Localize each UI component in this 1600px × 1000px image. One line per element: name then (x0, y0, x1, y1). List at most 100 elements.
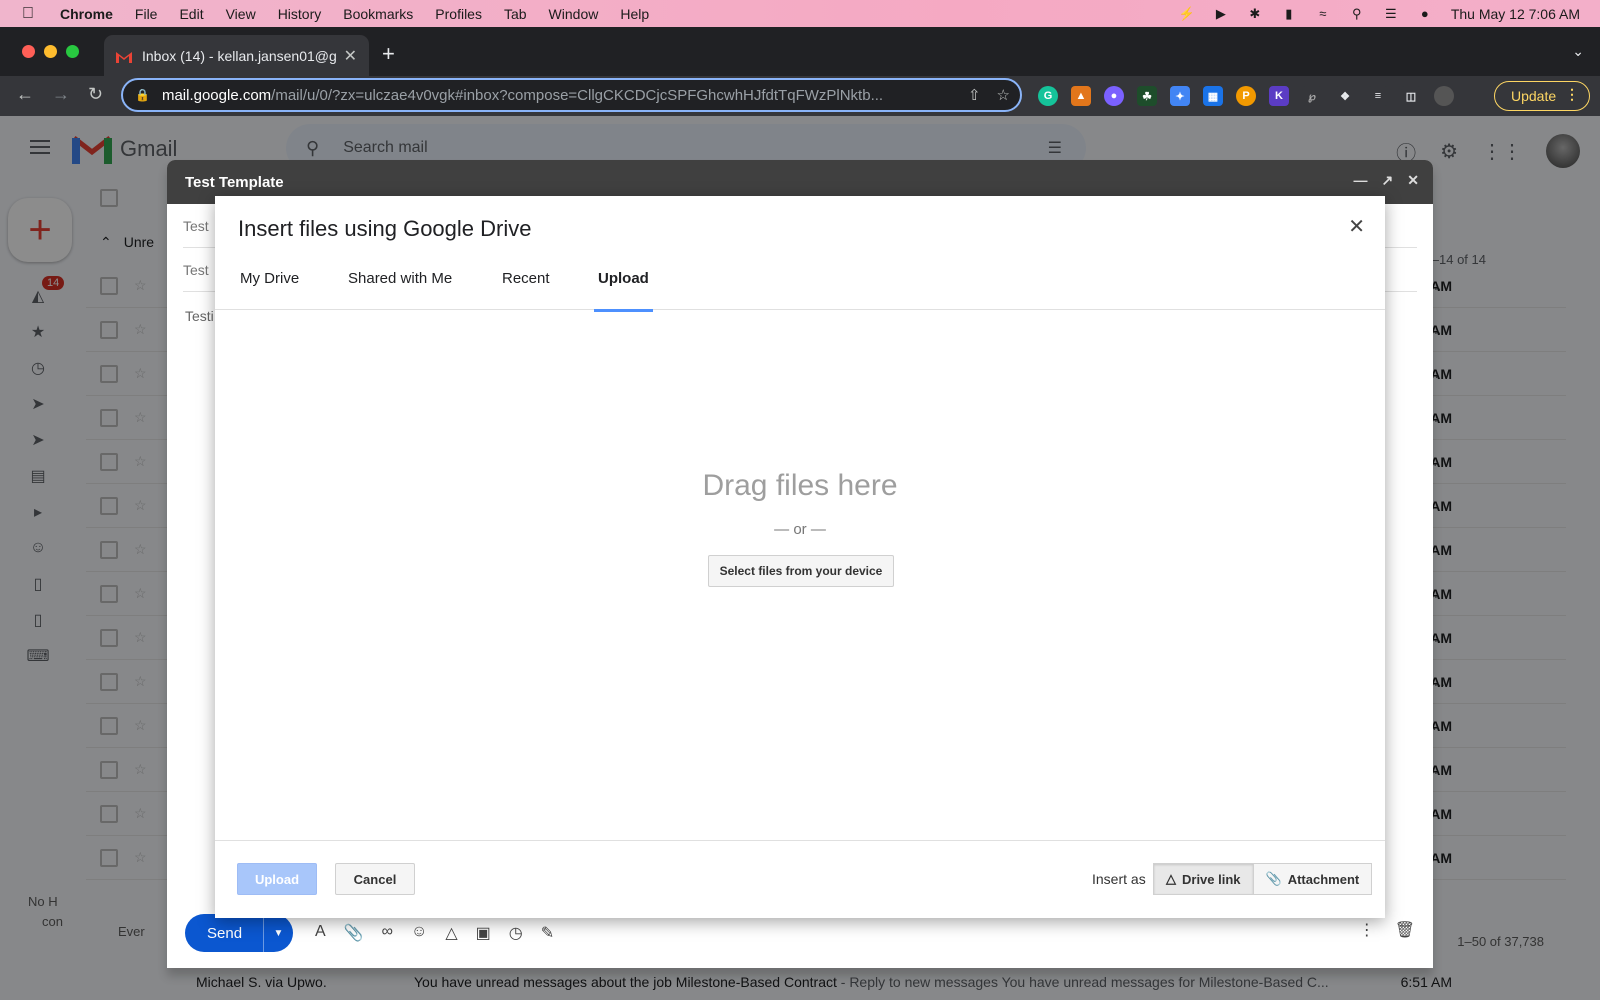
paperclip-icon: 📎 (1265, 871, 1282, 886)
or-separator: — or — (774, 521, 826, 538)
window-controls (22, 45, 79, 58)
side-panel-icon[interactable]: ◫ (1401, 86, 1421, 106)
profile-avatar[interactable] (1434, 86, 1454, 106)
drive-link-option[interactable]: △ Drive link (1153, 863, 1254, 895)
close-window-button[interactable] (22, 45, 35, 58)
select-files-button[interactable]: Select files from your device (708, 555, 894, 587)
send-button[interactable]: Send ▼ (185, 914, 293, 952)
chrome-menu-icon[interactable]: ⋮ (1565, 86, 1579, 103)
update-label: Update (1511, 88, 1557, 104)
back-icon[interactable]: ← (16, 84, 34, 105)
apple-icon[interactable]:  (22, 5, 42, 23)
cancel-button[interactable]: Cancel (335, 863, 415, 895)
gmail-favicon-icon (116, 50, 132, 63)
spotlight-icon[interactable]: ⚲ (1349, 6, 1365, 21)
menu-edit[interactable]: Edit (179, 6, 203, 22)
lock-icon[interactable]: 🔒 (135, 88, 150, 102)
drive-link-label: Drive link (1182, 871, 1241, 887)
tab-search-icon[interactable]: ⌄ (1572, 43, 1584, 60)
discard-draft-icon[interactable]: 🗑 (1395, 920, 1415, 940)
dialog-title: Insert files using Google Drive (238, 216, 532, 241)
attachment-option[interactable]: 📎 Attachment (1253, 863, 1373, 895)
bookmark-star-icon[interactable]: ☆ (997, 86, 1010, 104)
compose-toolbar: A 📎 ∞ ☺ △ ▣ ◷ ✎ (315, 923, 554, 943)
menu-chrome[interactable]: Chrome (60, 6, 113, 22)
reading-list-icon[interactable]: ≡ (1368, 86, 1388, 106)
new-tab-icon[interactable]: + (382, 41, 395, 67)
menu-window[interactable]: Window (549, 6, 599, 22)
menu-file[interactable]: File (135, 6, 158, 22)
close-tab-icon[interactable]: ✕ (344, 46, 357, 66)
drive-picker-dialog: Insert files using Google Drive ✕ My Dri… (215, 196, 1385, 918)
insert-as-label: Insert as (1092, 871, 1146, 887)
tab-my-drive[interactable]: My Drive (240, 270, 299, 310)
expand-icon[interactable]: ↗ (1382, 172, 1394, 189)
extension-icon-7[interactable]: P (1236, 86, 1256, 106)
menu-tab[interactable]: Tab (504, 6, 527, 22)
formatting-options-icon[interactable]: A (315, 923, 326, 943)
compose-controls: — ↗ ✕ (1354, 172, 1419, 189)
extension-icon-6[interactable]: ▦ (1203, 86, 1223, 106)
attachment-label: Attachment (1287, 871, 1360, 887)
url-host: mail.google.com (161, 86, 272, 104)
status-app-icon[interactable]: ⚡ (1179, 6, 1195, 21)
extension-icon-8[interactable]: K (1269, 86, 1289, 106)
browser-tab-gmail[interactable]: Inbox (14) - kellan.jansen01@g ✕ (104, 35, 369, 76)
url-text[interactable]: mail.google.com/mail/u/0/?zx=ulczae4v0vg… (162, 87, 952, 104)
macos-menubar:  Chrome File Edit View History Bookmark… (0, 0, 1600, 27)
confidential-icon[interactable]: ◷ (509, 923, 523, 943)
menu-history[interactable]: History (278, 6, 322, 22)
signature-icon[interactable]: ✎ (541, 923, 554, 943)
extension-icon-5[interactable]: ✦ (1170, 86, 1190, 106)
extension-icon-4[interactable]: ☘ (1137, 86, 1157, 106)
side-note-1: No H (28, 894, 58, 909)
insert-as-toggle: △ Drive link 📎 Attachment (1153, 863, 1373, 895)
pager-bottom-text: 1–50 of 37,738 (1457, 934, 1544, 949)
schedule-send-icon[interactable]: ▼ (263, 914, 293, 952)
upload-button[interactable]: Upload (237, 863, 317, 895)
browser-tab-strip: Inbox (14) - kellan.jansen01@g ✕ + ⌄ (0, 27, 1600, 76)
siri-icon[interactable]: ● (1417, 6, 1433, 21)
address-bar[interactable]: 🔒 mail.google.com/mail/u/0/?zx=ulczae4v0… (121, 78, 1022, 112)
extensions-bar: G ▲ ● ☘ ✦ ▦ P K ℘ ❖ ≡ ◫ (1038, 86, 1454, 106)
menu-view[interactable]: View (226, 6, 256, 22)
menu-help[interactable]: Help (620, 6, 649, 22)
bluetooth-icon[interactable]: ✱ (1247, 6, 1263, 21)
forward-icon[interactable]: → (52, 84, 70, 105)
chrome-update-button[interactable]: Update ⋮ (1494, 81, 1590, 111)
menu-profiles[interactable]: Profiles (435, 6, 482, 22)
battery-icon[interactable]: ▮ (1281, 6, 1297, 21)
attach-file-icon[interactable]: 📎 (344, 923, 364, 943)
emoji-icon[interactable]: ☺ (411, 923, 427, 943)
photo-icon[interactable]: ▣ (476, 923, 491, 943)
tab-recent[interactable]: Recent (502, 270, 550, 310)
puzzle-extensions-icon[interactable]: ❖ (1335, 86, 1355, 106)
control-center-icon[interactable]: ☰ (1383, 6, 1399, 21)
more-options-icon[interactable]: ⋮ (1359, 920, 1375, 940)
drive-icon[interactable]: △ (445, 923, 457, 943)
share-icon[interactable]: ⇧ (968, 86, 981, 104)
metamask-extension-icon[interactable]: ▲ (1071, 86, 1091, 106)
menu-bookmarks[interactable]: Bookmarks (343, 6, 413, 22)
play-icon[interactable]: ▶ (1213, 6, 1229, 21)
wifi-icon[interactable]: ≈ (1315, 6, 1331, 21)
subject-value: Test (183, 261, 209, 278)
menubar-clock[interactable]: Thu May 12 7:06 AM (1451, 6, 1580, 22)
insert-link-icon[interactable]: ∞ (382, 923, 393, 943)
close-icon[interactable]: ✕ (1407, 172, 1419, 189)
tab-shared-with-me[interactable]: Shared with Me (348, 270, 452, 310)
extension-icon-9[interactable]: ℘ (1302, 86, 1322, 106)
extension-icon-3[interactable]: ● (1104, 86, 1124, 106)
dialog-footer: Upload Cancel Insert as △ Drive link 📎 A… (215, 840, 1385, 918)
reload-icon[interactable]: ↻ (88, 84, 103, 105)
tab-upload[interactable]: Upload (594, 270, 653, 312)
close-icon[interactable]: ✕ (1348, 214, 1365, 239)
drive-triangle-icon: △ (1166, 871, 1176, 886)
grammarly-extension-icon[interactable]: G (1038, 86, 1058, 106)
minimize-window-button[interactable] (44, 45, 57, 58)
drop-zone[interactable]: Drag files here — or — Select files from… (215, 311, 1385, 841)
compose-footer-right: ⋮ 🗑 (1359, 920, 1415, 940)
zoom-window-button[interactable] (66, 45, 79, 58)
minimize-icon[interactable]: — (1354, 172, 1368, 189)
drive-tabs: My Drive Shared with Me Recent Upload (215, 260, 1385, 312)
